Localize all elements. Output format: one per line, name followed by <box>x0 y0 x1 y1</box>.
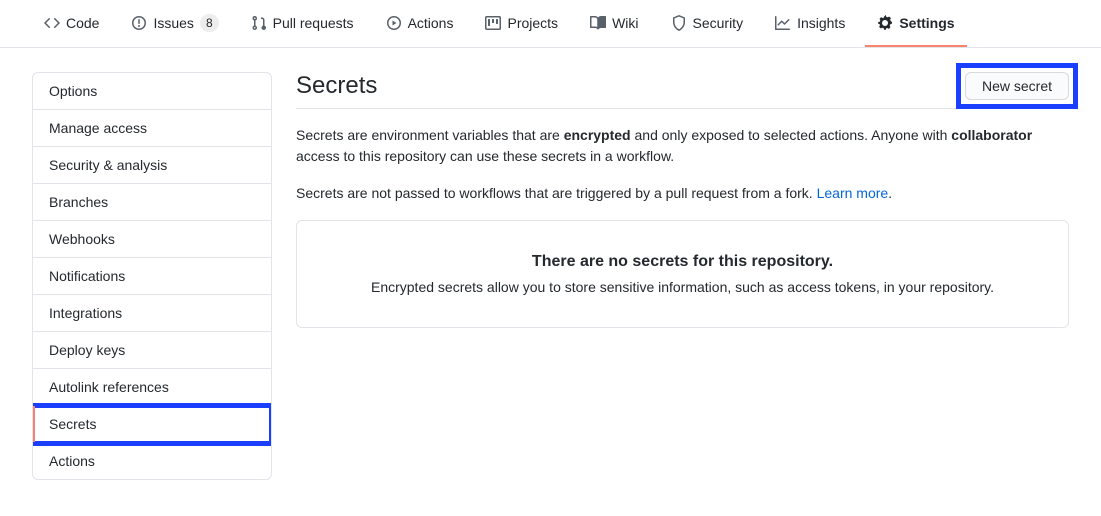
empty-subtext: Encrypted secrets allow you to store sen… <box>329 279 1036 295</box>
gear-icon <box>877 15 893 31</box>
tab-issues-label: Issues <box>153 15 193 31</box>
learn-more-link[interactable]: Learn more <box>817 185 889 201</box>
sidebar-item-autolink[interactable]: Autolink references <box>33 369 271 406</box>
tab-actions-label: Actions <box>408 15 454 31</box>
empty-secrets-box: There are no secrets for this repository… <box>296 220 1069 328</box>
sidebar-item-branches[interactable]: Branches <box>33 184 271 221</box>
repo-topnav: Code Issues 8 Pull requests Actions Proj… <box>0 0 1101 48</box>
project-icon <box>485 15 501 31</box>
sidebar-item-security-analysis[interactable]: Security & analysis <box>33 147 271 184</box>
graph-icon <box>775 15 791 31</box>
book-icon <box>590 15 606 31</box>
tab-wiki-label: Wiki <box>612 15 638 31</box>
sidebar-item-manage-access[interactable]: Manage access <box>33 110 271 147</box>
tab-pulls-label: Pull requests <box>273 15 354 31</box>
sidebar-item-options[interactable]: Options <box>33 73 271 110</box>
secrets-desc-2: Secrets are not passed to workflows that… <box>296 183 1069 204</box>
tab-settings-label: Settings <box>899 15 954 31</box>
page-header: Secrets New secret <box>296 72 1069 109</box>
sidebar-item-actions[interactable]: Actions <box>33 443 271 479</box>
sidebar-item-integrations[interactable]: Integrations <box>33 295 271 332</box>
tab-projects[interactable]: Projects <box>473 0 570 47</box>
tab-security[interactable]: Security <box>659 0 756 47</box>
issues-count: 8 <box>200 14 219 32</box>
play-icon <box>386 15 402 31</box>
sidebar-item-notifications[interactable]: Notifications <box>33 258 271 295</box>
code-icon <box>44 15 60 31</box>
tab-code-label: Code <box>66 15 99 31</box>
new-secret-highlight: New secret <box>959 66 1075 106</box>
tab-settings[interactable]: Settings <box>865 0 966 47</box>
new-secret-button[interactable]: New secret <box>965 72 1069 100</box>
pull-request-icon <box>251 15 267 31</box>
tab-issues[interactable]: Issues 8 <box>119 0 230 47</box>
tab-code[interactable]: Code <box>32 0 111 47</box>
tab-actions[interactable]: Actions <box>374 0 466 47</box>
issue-icon <box>131 15 147 31</box>
sidebar-item-deploy-keys[interactable]: Deploy keys <box>33 332 271 369</box>
settings-layout: Options Manage access Security & analysi… <box>0 48 1101 504</box>
secrets-desc-1: Secrets are environment variables that a… <box>296 125 1069 167</box>
tab-pulls[interactable]: Pull requests <box>239 0 366 47</box>
tab-security-label: Security <box>693 15 744 31</box>
tab-projects-label: Projects <box>507 15 558 31</box>
tab-insights[interactable]: Insights <box>763 0 857 47</box>
empty-heading: There are no secrets for this repository… <box>329 253 1036 271</box>
settings-sidebar: Options Manage access Security & analysi… <box>32 72 272 480</box>
sidebar-item-webhooks[interactable]: Webhooks <box>33 221 271 258</box>
page-title: Secrets <box>296 72 377 100</box>
secrets-main: Secrets New secret Secrets are environme… <box>296 72 1069 328</box>
sidebar-item-secrets[interactable]: Secrets <box>33 406 271 443</box>
tab-wiki[interactable]: Wiki <box>578 0 650 47</box>
shield-icon <box>671 15 687 31</box>
tab-insights-label: Insights <box>797 15 845 31</box>
